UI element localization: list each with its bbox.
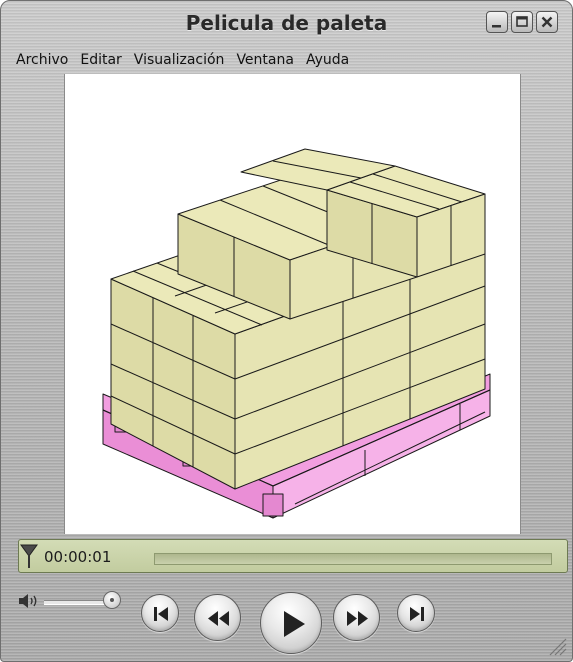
player-window: Pelicula de paleta Archivo Editar Visual…	[0, 0, 573, 662]
play-icon	[284, 611, 305, 637]
previous-button[interactable]	[141, 594, 179, 632]
speaker-icon	[19, 594, 37, 608]
play-button[interactable]	[260, 592, 322, 654]
menu-bar: Archivo Editar Visualización Ventana Ayu…	[1, 47, 572, 73]
time-display-bar: 00:00:01	[18, 539, 568, 573]
close-button[interactable]	[536, 11, 558, 33]
volume-slider-track[interactable]	[44, 600, 112, 605]
next-icon	[410, 607, 424, 621]
menu-visualizacion[interactable]: Visualización	[128, 52, 231, 68]
fast-forward-icon	[347, 611, 368, 626]
previous-icon	[154, 607, 168, 621]
scrub-track[interactable]	[154, 553, 552, 565]
rewind-button[interactable]	[194, 594, 241, 641]
menu-ayuda[interactable]: Ayuda	[300, 52, 355, 68]
maximize-button[interactable]	[511, 11, 533, 33]
maximize-icon	[516, 16, 528, 27]
pallet-load-illustration	[102, 148, 491, 519]
minimize-button[interactable]	[486, 11, 508, 33]
timecode-display: 00:00:01	[44, 548, 112, 566]
menu-editar[interactable]: Editar	[74, 52, 127, 68]
title-bar[interactable]: Pelicula de paleta	[1, 1, 572, 47]
menu-archivo[interactable]: Archivo	[1, 52, 74, 68]
window-controls	[486, 11, 558, 33]
close-icon	[541, 16, 553, 28]
playhead-icon[interactable]	[19, 543, 39, 569]
movie-frame[interactable]	[64, 74, 521, 534]
rewind-icon	[208, 611, 229, 626]
next-button[interactable]	[397, 594, 435, 632]
volume-slider-thumb[interactable]	[103, 591, 121, 609]
menu-ventana[interactable]: Ventana	[230, 52, 300, 68]
resize-grip-icon[interactable]	[544, 633, 568, 657]
fast-forward-button[interactable]	[333, 594, 380, 641]
minimize-icon	[492, 25, 501, 28]
